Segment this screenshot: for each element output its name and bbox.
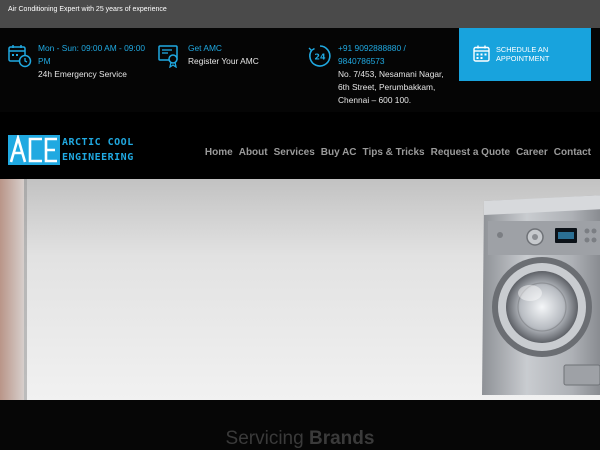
ace-logo-icon[interactable] <box>8 135 60 165</box>
hours-text[interactable]: Mon - Sun: 09:00 AM - 09:00 PM <box>38 42 153 68</box>
calendar-clock-icon <box>8 45 32 68</box>
nav-career[interactable]: Career <box>516 147 548 158</box>
address-text: No. 7/453, Nesamani Nagar, 6th Street, P… <box>338 69 444 105</box>
certificate-icon <box>158 45 178 68</box>
previous-slide-edge <box>0 179 24 400</box>
logo-wordmark[interactable]: ARCTIC COOL ENGINEERING <box>62 135 134 165</box>
brands-heading-bold: Brands <box>308 428 375 449</box>
brands-heading: Servicing Brands <box>0 428 600 450</box>
slide-divider <box>24 179 27 400</box>
emergency-text: 24h Emergency Service <box>38 69 127 79</box>
hero-slider <box>0 179 600 400</box>
24h-phone-icon: 24 <box>308 45 331 67</box>
register-amc-text: Register Your AMC <box>188 56 259 66</box>
logo-line-1: ARCTIC COOL <box>62 137 134 148</box>
nav-home[interactable]: Home <box>205 147 233 158</box>
nav-about[interactable]: About <box>239 147 268 158</box>
nav-buy-ac[interactable]: Buy AC <box>321 147 357 158</box>
phone-numbers[interactable]: +91 9092888880 / 9840786573 <box>338 42 453 68</box>
calendar-icon <box>473 45 490 62</box>
get-amc-link[interactable]: Get AMC <box>188 42 288 55</box>
washing-machine-image <box>482 195 600 395</box>
schedule-appointment-label: SCHEDULE AN APPOINTMENT <box>496 45 550 63</box>
svg-text:24: 24 <box>314 53 326 62</box>
nav-services[interactable]: Services <box>274 147 315 158</box>
nav-menu: Home About Services Buy AC Tips & Tricks… <box>205 147 591 158</box>
brands-heading-light: Servicing <box>225 428 309 449</box>
schedule-appointment-button[interactable]: SCHEDULE AN APPOINTMENT <box>459 28 591 81</box>
nav-contact[interactable]: Contact <box>554 147 591 158</box>
logo-line-2: ENGINEERING <box>62 152 134 163</box>
nav-request-quote[interactable]: Request a Quote <box>431 147 510 158</box>
top-announcement-bar: Air Conditioning Expert with 25 years of… <box>0 0 600 28</box>
nav-tips-tricks[interactable]: Tips & Tricks <box>363 147 425 158</box>
tagline: Air Conditioning Expert with 25 years of… <box>8 6 167 13</box>
